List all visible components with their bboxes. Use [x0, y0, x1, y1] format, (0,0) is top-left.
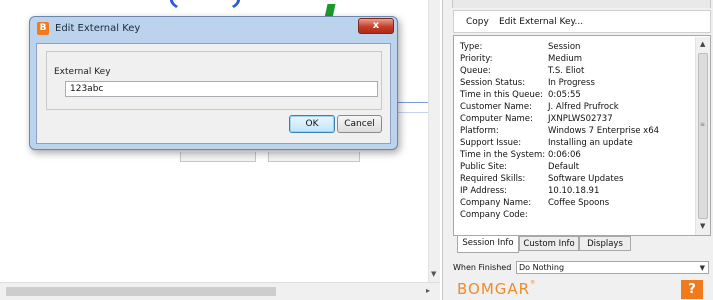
info-value: Medium: [548, 54, 582, 64]
bomgar-logo: BOMGAR®: [457, 280, 536, 298]
background-graphic: [170, 0, 240, 14]
info-value: Software Updates: [548, 174, 624, 184]
external-key-label: External Key: [54, 67, 111, 77]
info-row-priority: Priority: Medium: [460, 54, 690, 65]
info-value: 10.10.18.91: [548, 186, 600, 196]
copy-menu-item[interactable]: Copy: [466, 17, 489, 27]
info-label: Public Site:: [460, 162, 508, 172]
info-row-ip-address: IP Address: 10.10.18.91: [460, 186, 690, 197]
info-tabs: Session Info Custom Info Displays: [453, 236, 711, 253]
close-button[interactable]: x: [358, 18, 394, 34]
info-value: JXNPLWS02737: [548, 114, 613, 124]
info-label: Company Name:: [460, 198, 532, 208]
scroll-up-arrow-icon[interactable]: ▲: [700, 40, 705, 48]
external-key-group: External Key: [46, 51, 382, 110]
info-row-time-in-queue: Time in this Queue: 0:05:55: [460, 90, 690, 101]
info-label: IP Address:: [460, 186, 508, 196]
edit-external-key-menu-item[interactable]: Edit External Key...: [499, 17, 583, 27]
external-key-input[interactable]: [65, 81, 378, 97]
scroll-thumb[interactable]: [698, 53, 708, 219]
edit-external-key-dialog: B Edit External Key x External Key OK Ca…: [29, 16, 398, 150]
info-value: Installing an update: [548, 138, 633, 148]
info-value: 0:06:06: [548, 150, 581, 160]
info-value: Coffee Spoons: [548, 198, 610, 208]
ok-button[interactable]: OK: [289, 115, 335, 133]
info-label: Support Issue:: [460, 138, 522, 148]
info-row-type: Type: Session: [460, 42, 690, 53]
info-value: In Progress: [548, 78, 595, 88]
info-row-queue: Queue: T.S. Eliot: [460, 66, 690, 77]
info-vertical-scrollbar[interactable]: ▲ ≡ ▼: [695, 37, 710, 235]
info-value: T.S. Eliot: [548, 66, 585, 76]
info-row-platform: Platform: Windows 7 Enterprise x64: [460, 126, 690, 137]
info-value: J. Alfred Prufrock: [548, 102, 619, 112]
cancel-button[interactable]: Cancel: [337, 115, 382, 133]
info-row-time-in-system: Time in the System: 0:06:06: [460, 150, 690, 161]
session-info-list: Type: Session Priority: Medium Queue: T.…: [453, 35, 711, 236]
registered-mark: ®: [530, 280, 537, 286]
panel-menu-bar: Copy Edit External Key...: [453, 10, 711, 33]
info-value: Session: [548, 42, 581, 52]
scroll-down-arrow-icon[interactable]: ▼: [700, 222, 705, 230]
info-value: Windows 7 Enterprise x64: [548, 126, 660, 136]
tab-custom-info[interactable]: Custom Info: [519, 236, 579, 251]
when-finished-value: Do Nothing: [519, 263, 565, 272]
info-label: Computer Name:: [460, 114, 533, 124]
when-finished-row: When Finished Do Nothing ▼: [453, 261, 711, 275]
bomgar-app-icon: B: [37, 22, 49, 35]
info-label: Time in the System:: [460, 150, 546, 160]
when-finished-select[interactable]: Do Nothing ▼: [516, 261, 709, 274]
scroll-down-arrow-icon[interactable]: ▼: [431, 270, 436, 278]
dialog-titlebar[interactable]: B Edit External Key x: [30, 17, 397, 41]
info-label: Type:: [460, 42, 483, 52]
workspace-vertical-scrollbar[interactable]: ▼: [428, 0, 440, 282]
when-finished-label: When Finished: [453, 263, 512, 272]
panel-top-strip: [452, 0, 711, 8]
info-label: Session Status:: [460, 78, 526, 88]
info-row-computer-name: Computer Name: JXNPLWS02737: [460, 114, 690, 125]
info-row-public-site: Public Site: Default: [460, 162, 690, 173]
tab-displays[interactable]: Displays: [579, 236, 631, 251]
info-label: Required Skills:: [460, 174, 526, 184]
info-row-company-name: Company Name: Coffee Spoons: [460, 198, 690, 209]
dialog-title: Edit External Key: [55, 23, 141, 34]
scroll-thumb[interactable]: [6, 287, 276, 296]
info-label: Priority:: [460, 54, 493, 64]
info-label: Time in this Queue:: [460, 90, 543, 100]
info-label: Customer Name:: [460, 102, 532, 112]
dialog-body: External Key OK Cancel: [36, 43, 391, 144]
tab-session-info[interactable]: Session Info: [457, 236, 519, 253]
help-button[interactable]: ?: [681, 280, 703, 299]
info-value: Default: [548, 162, 580, 172]
brand-text: BOMGAR: [457, 280, 531, 298]
info-value: 0:05:55: [548, 90, 581, 100]
info-label: Queue:: [460, 66, 491, 76]
background-button: [268, 152, 360, 162]
workspace-horizontal-scrollbar[interactable]: ▸: [0, 282, 440, 300]
info-row-required-skills: Required Skills: Software Updates: [460, 174, 690, 185]
scroll-right-arrow-icon[interactable]: ▸: [426, 286, 430, 295]
session-info-panel: Copy Edit External Key... Type: Session …: [442, 0, 713, 300]
info-label: Company Code:: [460, 210, 528, 220]
info-row-customer-name: Customer Name: J. Alfred Prufrock: [460, 102, 690, 113]
info-row-session-status: Session Status: In Progress: [460, 78, 690, 89]
background-button: [180, 152, 256, 162]
scroll-grip-icon: ≡: [700, 121, 706, 128]
info-label: Platform:: [460, 126, 499, 136]
chevron-down-icon[interactable]: ▼: [700, 262, 705, 274]
info-row-support-issue: Support Issue: Installing an update: [460, 138, 690, 149]
info-row-company-code: Company Code:: [460, 210, 690, 221]
